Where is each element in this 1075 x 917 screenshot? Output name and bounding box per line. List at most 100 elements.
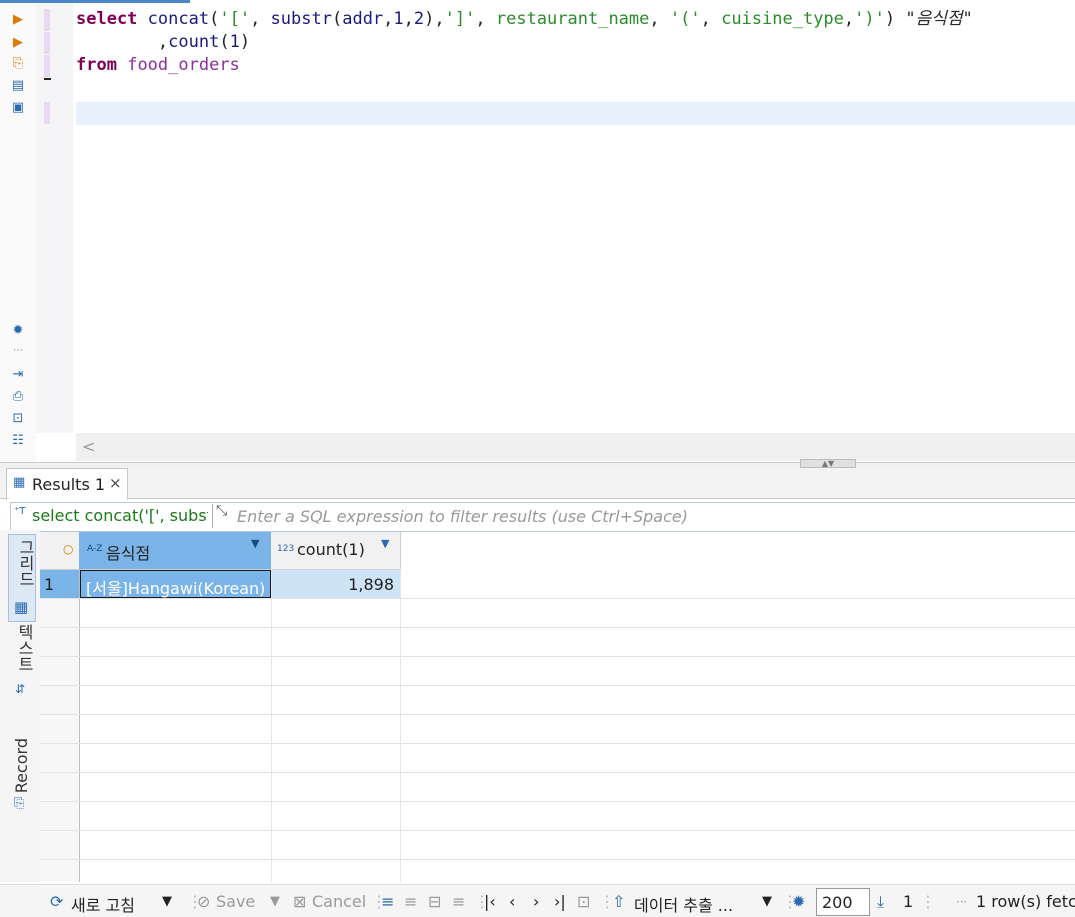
code-token: food_orders [127, 55, 240, 75]
settings-gear-icon[interactable]: ✹ [792, 892, 805, 911]
gutter-marker [44, 55, 50, 77]
results-tab-bar [0, 468, 1075, 499]
code-token: ( [219, 32, 230, 52]
save-dropdown-icon[interactable]: ▼ [270, 894, 280, 909]
code-token: 2 [413, 9, 425, 29]
outline-icon[interactable]: ☷ [10, 433, 26, 449]
status-text: 1 row(s) fetched [976, 892, 1075, 911]
delete-row-icon[interactable]: ≡ [452, 892, 465, 911]
row-count: 1 [903, 892, 914, 911]
new-script-icon[interactable]: ⎙ [10, 389, 26, 405]
results-toolbar: ⟳ 새로 고침 ▼ ⋮ ⊘ Save ▼ ⊠ Cancel ⋮ ≡ ≡ ⊟ ≡ … [0, 884, 1075, 917]
grid-row-line [40, 656, 1075, 657]
grid-row-line [40, 859, 1075, 860]
execute-script-icon[interactable]: ⎘ [10, 56, 26, 72]
code-token: ')' [854, 9, 885, 29]
code-token: , [700, 9, 722, 29]
code-token: , [649, 9, 670, 29]
row-number[interactable]: 1 [40, 570, 80, 598]
export-data-button[interactable]: 데이터 추출 ... [634, 892, 733, 916]
column-header-1[interactable]: A-Z 음식점 ▼ [79, 532, 272, 570]
first-page-icon[interactable]: |‹ [484, 892, 496, 911]
add-row-icon[interactable]: ≡ [404, 892, 417, 911]
grid-table-icon: ▦ [13, 475, 26, 490]
scroll-left-icon[interactable]: < [82, 437, 95, 456]
edit-row-icon[interactable]: ≡ [381, 892, 394, 911]
export-dropdown-icon[interactable]: ▼ [762, 894, 772, 909]
cancel-button[interactable]: Cancel [312, 892, 366, 911]
variables-icon[interactable]: ⊡ [10, 411, 26, 427]
table-cell-selected[interactable]: [서울]Hangawi(Korean) [80, 570, 271, 598]
grid-row-line [40, 714, 1075, 715]
more-dots-icon[interactable]: ⋯ [10, 343, 26, 359]
code-token: cuisine_type [721, 9, 844, 29]
code-token: ) [884, 9, 906, 29]
filter-history-icon[interactable]: ⁺T [14, 506, 25, 517]
text-cursor [44, 78, 51, 80]
next-page-icon[interactable]: › [533, 892, 539, 911]
code-token: count [168, 32, 220, 52]
refresh-button[interactable]: 새로 고침 [71, 892, 135, 916]
select-all-icon[interactable]: ○ [63, 542, 73, 556]
code-token: '[' [219, 9, 251, 29]
sort-dropdown-icon[interactable]: ▼ [381, 537, 389, 550]
grid-row-line [40, 743, 1075, 744]
fetch-next-icon[interactable]: ⤓ [877, 892, 884, 912]
column-header-2[interactable]: 123 count(1) ▼ [271, 532, 401, 570]
filter-query-text[interactable]: select concat('[', subst [32, 506, 208, 525]
code-token: from [76, 55, 117, 75]
row-number-column [40, 598, 80, 882]
table-cell[interactable]: 1,898 [272, 570, 400, 598]
code-token: addr [342, 9, 384, 29]
row-number-divider [79, 569, 80, 882]
gutter-marker [44, 9, 50, 31]
settings-gear-icon[interactable]: ✹ [10, 323, 26, 339]
previous-page-icon[interactable]: ‹ [509, 892, 515, 911]
cell-value: 1,898 [348, 575, 394, 594]
explain-plan-icon[interactable]: ▤ [10, 78, 26, 94]
console-icon[interactable]: ▣ [10, 100, 26, 116]
save-button[interactable]: Save [216, 892, 255, 911]
code-token: ) [239, 32, 251, 52]
code-token: , [843, 9, 855, 29]
code-token: select [76, 9, 138, 29]
code-token: substr [270, 9, 332, 29]
number-type-icon: 123 [277, 544, 295, 554]
export-script-icon[interactable]: ⇥ [10, 367, 26, 383]
results-grid: ○ A-Z 음식점 ▼ 123 count(1) ▼ 1 [서울]Hangawi… [40, 532, 1075, 882]
filter-divider [212, 504, 213, 528]
execute-statement-icon[interactable]: ▶ [10, 12, 26, 28]
code-line-3: from food_orders [76, 54, 240, 77]
filter-input[interactable]: Enter a SQL expression to filter results… [237, 507, 688, 526]
tab-text-view[interactable]: 텍스트 ⇵ [9, 624, 35, 704]
copy-row-icon[interactable]: ⊟ [428, 892, 441, 911]
more-dots-icon[interactable]: ⋯ [956, 895, 967, 908]
grid-row-line [40, 627, 1075, 628]
code-token: ( [209, 9, 220, 29]
column-name: count(1) [297, 540, 365, 559]
code-token: 1 [393, 9, 404, 29]
grid-row-line [40, 598, 1075, 599]
gutter-marker [44, 32, 50, 54]
sql-code[interactable]: select concat('[', substr(addr,1,2),']',… [76, 8, 973, 88]
close-icon[interactable]: × [109, 474, 122, 492]
last-page-icon[interactable]: ›| [554, 892, 566, 911]
sort-dropdown-icon[interactable]: ▼ [251, 537, 259, 550]
code-token: 1 [229, 32, 240, 52]
tab-results-1[interactable]: ▦ Results 1 × [6, 468, 128, 500]
tab-grid-view[interactable]: 그리드 ▦ [8, 534, 36, 622]
fetch-size-input[interactable]: 200 [816, 888, 870, 916]
editor-horizontal-scrollbar[interactable] [76, 433, 1075, 461]
execute-in-new-tab-icon[interactable]: ▶ [10, 35, 26, 51]
row-number-header[interactable]: ○ [40, 532, 80, 570]
fetch-all-icon[interactable]: ⊡ [577, 892, 590, 911]
code-token: , [475, 9, 496, 29]
grid-row-line [40, 772, 1075, 773]
splitter-toggle-icon[interactable]: ▲▼ [800, 459, 856, 468]
expand-icon[interactable]: ⤡ [216, 503, 227, 519]
tab-record-view[interactable]: Record ⎘ [9, 738, 35, 818]
code-token: ( [331, 9, 343, 29]
refresh-dropdown-icon[interactable]: ▼ [162, 894, 172, 909]
